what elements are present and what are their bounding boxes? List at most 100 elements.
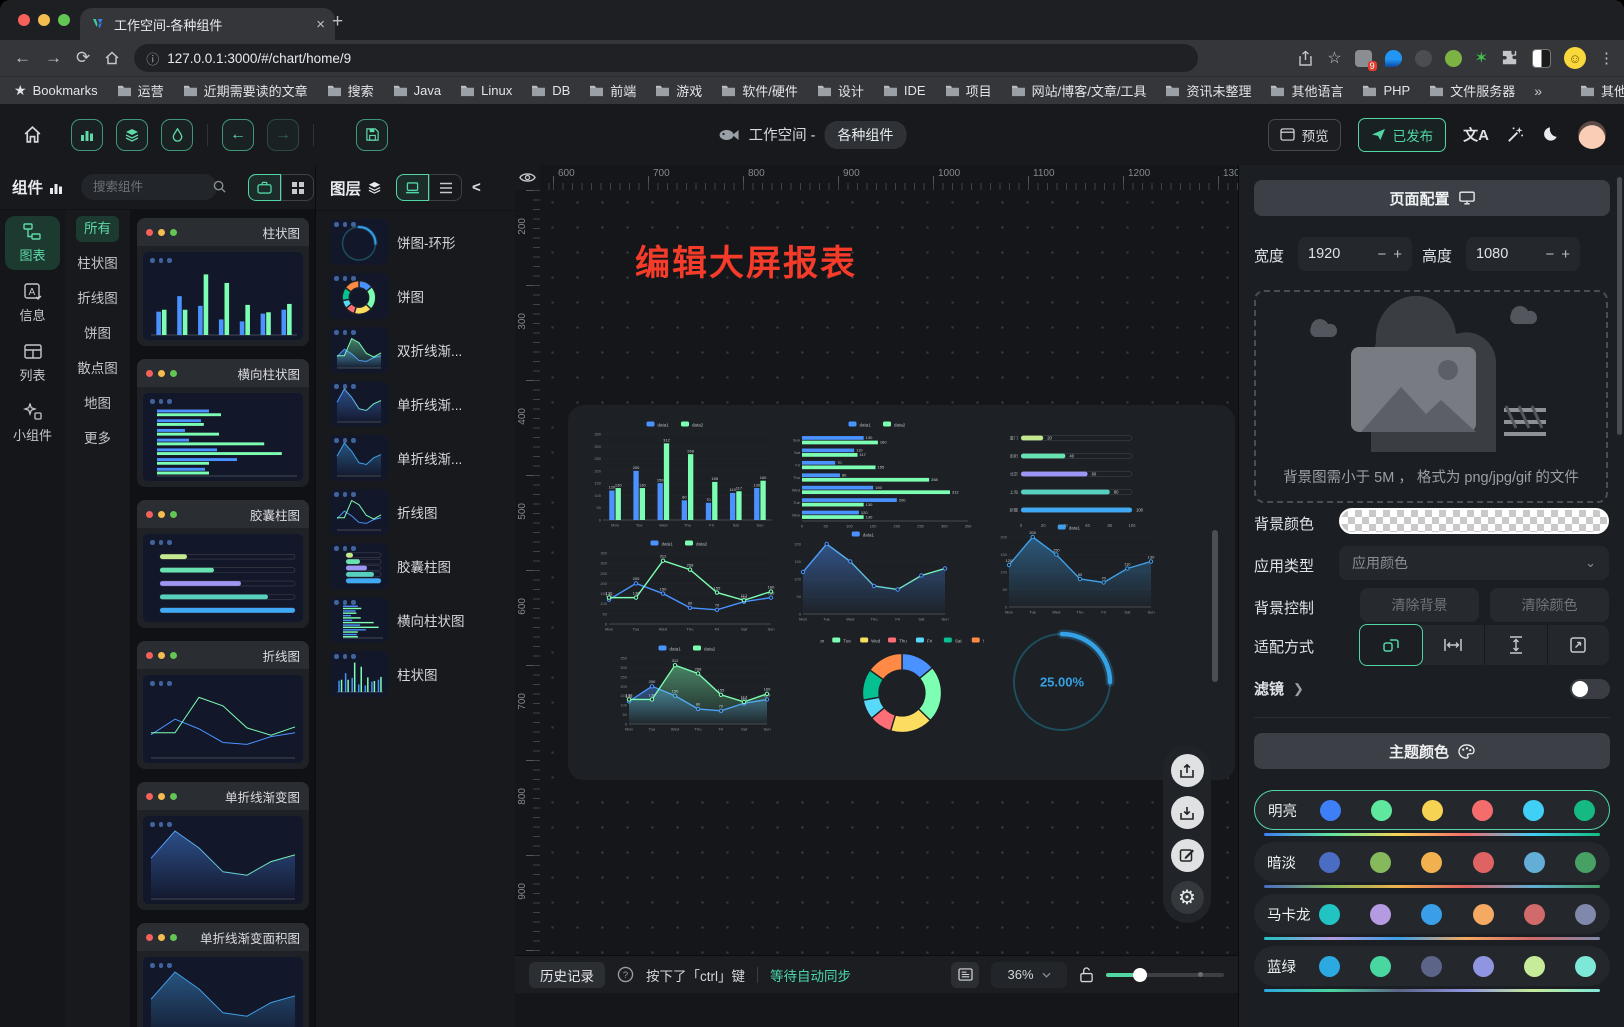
- edit-button[interactable]: [1171, 839, 1204, 872]
- theme-color-dot[interactable]: [1575, 852, 1596, 873]
- forward-icon[interactable]: →: [45, 48, 62, 68]
- canvas-chart-line[interactable]: data1data2050100150200250300350MonTueWed…: [592, 538, 778, 635]
- page-config-header[interactable]: 页面配置: [1254, 180, 1610, 216]
- theme-color-dot[interactable]: [1575, 904, 1596, 925]
- fit-height-button[interactable]: [1485, 625, 1548, 665]
- fit-scale-button[interactable]: [1359, 624, 1423, 666]
- layer-item[interactable]: 胶囊柱图: [330, 543, 515, 589]
- decrease-width-button[interactable]: −: [1377, 246, 1386, 263]
- tab-list[interactable]: 列表: [5, 336, 60, 390]
- fit-stretch-button[interactable]: [1548, 625, 1610, 665]
- search-input[interactable]: [81, 174, 217, 200]
- theme-color-dot[interactable]: [1319, 852, 1340, 873]
- export-button[interactable]: [1171, 754, 1204, 787]
- fit-width-button[interactable]: [1423, 625, 1486, 665]
- component-card[interactable]: 胶囊柱图: [137, 500, 309, 628]
- theme-row[interactable]: 马卡龙: [1254, 894, 1610, 934]
- reload-icon[interactable]: ⟳: [76, 48, 90, 68]
- bookmark-folder[interactable]: Linux: [460, 83, 512, 98]
- bookmark-folder[interactable]: 网站/博客/文章/工具: [1011, 81, 1147, 100]
- theme-color-dot[interactable]: [1524, 904, 1545, 925]
- bookmark-star-icon[interactable]: ☆: [1327, 48, 1341, 68]
- theme-option[interactable]: 暗淡: [1254, 842, 1610, 888]
- theme-color-dot[interactable]: [1320, 800, 1341, 821]
- theme-color-dot[interactable]: [1421, 956, 1442, 977]
- canvas-chart-bar[interactable]: data1data2050100150200250300350Mon120130…: [586, 419, 776, 531]
- help-icon[interactable]: ?: [617, 966, 634, 983]
- category-item[interactable]: 更多: [76, 426, 119, 452]
- bookmark-folder[interactable]: DB: [531, 83, 570, 98]
- bookmark-folder[interactable]: 软件/硬件: [721, 81, 798, 100]
- clear-background-button[interactable]: 清除背景: [1360, 588, 1479, 622]
- settings-scrollbar[interactable]: [1617, 177, 1622, 435]
- theme-color-dot[interactable]: [1574, 800, 1595, 821]
- app-type-select[interactable]: 应用颜色 ⌄: [1339, 546, 1609, 580]
- close-tab-icon[interactable]: ×: [316, 16, 325, 33]
- grid-view-button[interactable]: [281, 174, 314, 201]
- share-icon[interactable]: [1297, 50, 1314, 67]
- home-icon[interactable]: [104, 50, 120, 66]
- url-bar[interactable]: ⓘ 127.0.0.1:3000/#/chart/home/9: [134, 44, 1198, 72]
- canvas-chart-capsule[interactable]: 厦门20南阳40北京60上海80新疆100020406080100: [996, 419, 1148, 533]
- layer-item[interactable]: 饼图-环形: [330, 219, 515, 265]
- component-card[interactable]: 折线图: [137, 641, 309, 769]
- bookmark-folder[interactable]: 游戏: [655, 81, 702, 100]
- import-button[interactable]: [1171, 796, 1204, 829]
- decrease-height-button[interactable]: −: [1545, 246, 1554, 263]
- unlock-icon[interactable]: [1079, 966, 1094, 983]
- category-item[interactable]: 折线图: [69, 286, 126, 312]
- theme-color-dot[interactable]: [1319, 956, 1340, 977]
- theme-color-dot[interactable]: [1473, 904, 1494, 925]
- clear-color-button[interactable]: 清除颜色: [1490, 588, 1609, 622]
- list-view-button[interactable]: [429, 174, 462, 201]
- category-item[interactable]: 饼图: [76, 321, 119, 347]
- browser-tab[interactable]: 工作空间-各种组件 ×: [80, 8, 335, 40]
- chevron-right-icon[interactable]: ❯: [1293, 681, 1304, 697]
- theme-color-dot[interactable]: [1319, 904, 1340, 925]
- extensions-puzzle-icon[interactable]: [1501, 49, 1519, 67]
- theme-color-dot[interactable]: [1524, 956, 1545, 977]
- bookmark-folder[interactable]: Java: [393, 83, 441, 98]
- theme-extension-icon[interactable]: [1532, 49, 1551, 68]
- theme-color-dot[interactable]: [1370, 904, 1391, 925]
- theme-option[interactable]: 马卡龙: [1254, 894, 1610, 940]
- bookmark-folder[interactable]: 搜索: [327, 81, 374, 100]
- layer-item[interactable]: 双折线渐...: [330, 327, 515, 373]
- width-input[interactable]: 1920 − +: [1298, 237, 1412, 271]
- category-item[interactable]: 散点图: [69, 356, 126, 382]
- theme-row[interactable]: 蓝绿: [1254, 946, 1610, 986]
- extension-icon[interactable]: [1445, 50, 1462, 67]
- bottom-panel-toggle[interactable]: [951, 962, 979, 988]
- bookmark-folder[interactable]: 其他语言: [1270, 81, 1343, 100]
- bookmark-folder[interactable]: 文件服务器: [1429, 81, 1515, 100]
- layers-tool-button[interactable]: [116, 119, 148, 151]
- zoom-slider[interactable]: [1106, 968, 1224, 982]
- canvas-charts-group[interactable]: data1data2050100150200250300350Mon120130…: [568, 405, 1235, 780]
- preview-button[interactable]: 预览: [1268, 119, 1341, 151]
- maximize-window-button[interactable]: [58, 14, 70, 26]
- details-tool-button[interactable]: [161, 119, 193, 151]
- layer-item[interactable]: 折线图: [330, 489, 515, 535]
- zoom-level-select[interactable]: 36%: [991, 962, 1067, 988]
- background-color-swatch[interactable]: [1339, 508, 1609, 534]
- bookmark-folder[interactable]: 项目: [945, 81, 992, 100]
- category-item[interactable]: 柱状图: [69, 251, 126, 277]
- bookmark-folder[interactable]: PHP: [1362, 83, 1410, 98]
- increase-height-button[interactable]: +: [1561, 246, 1570, 263]
- canvas-chart-gradient-area[interactable]: data1050100150200MonTueWedThuFriSatSun12…: [992, 522, 1158, 618]
- profile-avatar-icon[interactable]: ☺: [1564, 47, 1586, 69]
- background-upload-area[interactable]: 背景图需小于 5M ， 格式为 png/jpg/gif 的文件: [1254, 290, 1608, 503]
- bookmark-folder[interactable]: 前端: [589, 81, 636, 100]
- extension-icon[interactable]: [1415, 50, 1432, 67]
- history-button[interactable]: 历史记录: [529, 962, 605, 988]
- component-card[interactable]: 单折线渐变面积图: [137, 923, 309, 1027]
- layer-item[interactable]: 饼图: [330, 273, 515, 319]
- canvas-text-element[interactable]: 编辑大屏报表: [635, 235, 857, 286]
- undo-button[interactable]: ←: [222, 119, 254, 151]
- theme-color-dot[interactable]: [1422, 800, 1443, 821]
- close-window-button[interactable]: [18, 14, 30, 26]
- new-tab-button[interactable]: +: [332, 12, 343, 31]
- thumbnail-view-button[interactable]: [396, 174, 429, 201]
- theme-color-dot[interactable]: [1472, 800, 1493, 821]
- theme-color-dot[interactable]: [1370, 956, 1391, 977]
